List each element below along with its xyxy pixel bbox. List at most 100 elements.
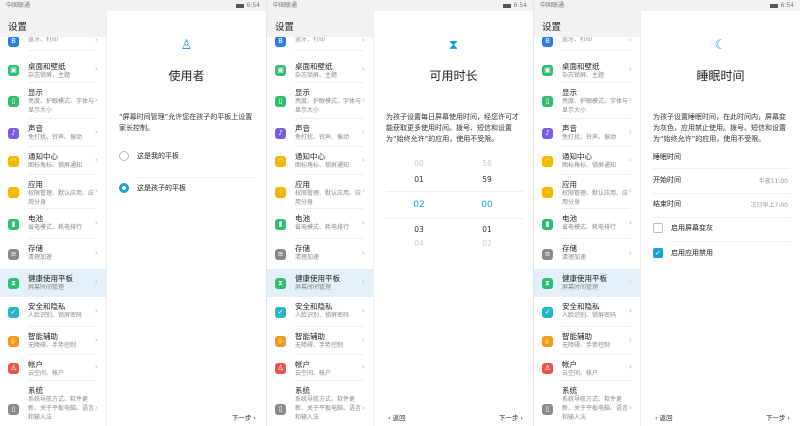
sidebar-item[interactable]: ✓ 安全和隐私 人脸识别、锁屏密码 › bbox=[0, 297, 106, 327]
sidebar-item[interactable]: ◠ 通知中心 图标角标、锁屏通知 › bbox=[267, 147, 373, 175]
radio-label[interactable]: 这是我的平板 bbox=[137, 151, 179, 161]
start-time-row[interactable]: 开始时间 半夜11:00 bbox=[641, 171, 800, 191]
sidebar-item[interactable]: ⁘ 应用 权限管理、默认应用、应用分身 › bbox=[0, 175, 106, 209]
radio-button[interactable] bbox=[119, 151, 129, 161]
account-icon: ♙ bbox=[542, 362, 553, 374]
hourglass-icon: ⧗ bbox=[542, 277, 553, 289]
minute-option[interactable]: 58 bbox=[472, 159, 502, 168]
sidebar-item[interactable]: ▯ 系统 系统导航方式、软件更新、关于平板电脑、语言和输入法 › bbox=[0, 381, 106, 426]
sidebar-item[interactable]: ⧗ 健康使用平板 屏幕时间管理 › bbox=[0, 269, 106, 297]
sidebar-item[interactable]: ▮ 电池 省电模式、耗电排行 › bbox=[0, 209, 106, 239]
sidebar-item[interactable]: ▯ 系统 系统导航方式、软件更新、关于平板电脑、语言和输入法 › bbox=[534, 381, 640, 426]
storage-icon: ≡ bbox=[542, 248, 553, 260]
chevron-right-icon: › bbox=[785, 414, 790, 422]
sidebar-item[interactable]: ⧗ 健康使用平板 屏幕时间管理 › bbox=[267, 269, 373, 297]
sidebar-item[interactable]: ⧗ 健康使用平板 屏幕时间管理 › bbox=[534, 269, 640, 297]
sidebar-item[interactable]: ▯ 系统 系统导航方式、软件更新、关于平板电脑、语言和输入法 › bbox=[267, 381, 373, 426]
sidebar-item[interactable]: ♙ 帐户 云空间、帐户 › bbox=[267, 355, 373, 381]
sidebar-item[interactable]: ≡ 存储 清理加速 › bbox=[0, 239, 106, 269]
chevron-right-icon: › bbox=[628, 155, 632, 164]
sidebar-item[interactable]: ▣ 桌面和壁纸 杂志锁屏、主题 › bbox=[0, 57, 106, 83]
sidebar-item[interactable]: ▯ 显示 亮度、护眼模式、字体与显示大小 › bbox=[534, 83, 640, 119]
radio-label[interactable]: 这是孩子的平板 bbox=[137, 183, 186, 193]
hour-option[interactable]: 03 bbox=[404, 225, 434, 234]
hour-option[interactable]: 02 bbox=[404, 200, 434, 210]
chevron-right-icon: › bbox=[361, 403, 365, 412]
page-title: 可用时长 bbox=[429, 69, 478, 83]
sidebar-item[interactable]: ▣ 桌面和壁纸 杂志锁屏、主题 › bbox=[267, 57, 373, 83]
sidebar-item[interactable]: ⁘ 应用 权限管理、默认应用、应用分身 › bbox=[534, 175, 640, 209]
checkbox-label[interactable]: 启用屏幕变灰 bbox=[671, 223, 713, 233]
checkbox-label[interactable]: 启用应用禁用 bbox=[671, 248, 713, 258]
sidebar-item[interactable]: ◠ 通知中心 图标角标、锁屏通知 › bbox=[0, 147, 106, 175]
wallpaper-icon: ▣ bbox=[542, 64, 553, 76]
sidebar-item-subtitle: 杂志锁屏、主题 bbox=[562, 72, 605, 79]
sidebar-item[interactable]: ♪ 声音 免打扰、铃声、振动 › bbox=[267, 119, 373, 147]
hour-option[interactable]: 04 bbox=[404, 239, 434, 248]
sidebar-item[interactable]: ✓ 安全和隐私 人脸识别、锁屏密码 › bbox=[267, 297, 373, 327]
sidebar-item-subtitle: 屏幕时间管理 bbox=[295, 284, 332, 291]
sidebar-item[interactable]: ✋ 智能辅助 无障碍、手势控制 › bbox=[534, 327, 640, 355]
shield-icon: ✓ bbox=[275, 306, 286, 318]
sidebar-item[interactable]: ⁘ 应用 权限管理、默认应用、应用分身 › bbox=[267, 175, 373, 209]
sidebar-item[interactable]: ▮ 电池 省电模式、耗电排行 › bbox=[267, 209, 373, 239]
divider bbox=[28, 50, 96, 51]
sidebar-item-subtitle: 图标角标、锁屏通知 bbox=[295, 162, 350, 169]
sidebar-item-subtitle: 云空间、帐户 bbox=[28, 370, 65, 377]
end-time-row[interactable]: 结束时间 次日早上7:00 bbox=[641, 195, 800, 215]
carrier-label: 中国联通 bbox=[6, 2, 31, 9]
sidebar-item[interactable]: ◠ 通知中心 图标角标、锁屏通知 › bbox=[534, 147, 640, 175]
system-icon: ▯ bbox=[8, 403, 19, 415]
sidebar-item[interactable]: ▣ 桌面和壁纸 杂志锁屏、主题 › bbox=[534, 57, 640, 83]
settings-sidebar: 设置 B 蓝牙、打印 › ▣ 桌面和壁纸 杂志锁屏、主题 › ▯ 显示 亮度、护眼模式、字体与显示大… bbox=[0, 11, 107, 426]
bluetooth-icon: B bbox=[8, 35, 19, 47]
next-button[interactable]: 下一步 › bbox=[232, 412, 256, 422]
sidebar-item[interactable]: ▯ 显示 亮度、护眼模式、字体与显示大小 › bbox=[0, 83, 106, 119]
sidebar-item[interactable]: ▮ 电池 省电模式、耗电排行 › bbox=[534, 209, 640, 239]
sidebar-item[interactable]: ✋ 智能辅助 无障碍、手势控制 › bbox=[0, 327, 106, 355]
chevron-right-icon: › bbox=[94, 127, 98, 136]
chevron-right-icon: › bbox=[361, 186, 365, 195]
chevron-right-icon: › bbox=[361, 277, 365, 286]
checkbox[interactable]: ✓ bbox=[653, 248, 663, 258]
sidebar-item[interactable]: ✋ 智能辅助 无障碍、手势控制 › bbox=[267, 327, 373, 355]
checkbox[interactable] bbox=[653, 223, 663, 233]
system-icon: ▯ bbox=[542, 403, 553, 415]
storage-icon: ≡ bbox=[8, 248, 19, 260]
minute-option[interactable]: 01 bbox=[472, 225, 502, 234]
sidebar-item[interactable]: ✓ 安全和隐私 人脸识别、锁屏密码 › bbox=[534, 297, 640, 327]
sidebar-item-subtitle: 云空间、帐户 bbox=[562, 370, 599, 377]
radio-button[interactable] bbox=[119, 183, 129, 193]
bluetooth-icon: B bbox=[542, 35, 553, 47]
display-icon: ▯ bbox=[275, 95, 286, 107]
back-button[interactable]: ‹ 返回 bbox=[388, 412, 406, 422]
chevron-right-icon: › bbox=[628, 127, 632, 136]
minute-option[interactable]: 59 bbox=[472, 175, 502, 184]
sidebar-item[interactable]: ≡ 存储 清理加速 › bbox=[267, 239, 373, 269]
hour-option[interactable]: 01 bbox=[404, 175, 434, 184]
chevron-right-icon: › bbox=[628, 362, 632, 371]
hour-option[interactable]: 00 bbox=[404, 159, 434, 168]
next-button[interactable]: 下一步 › bbox=[766, 412, 790, 422]
chevron-right-icon: › bbox=[361, 95, 365, 104]
divider bbox=[653, 217, 790, 218]
sidebar-item-subtitle: 云空间、帐户 bbox=[295, 370, 332, 377]
chevron-right-icon: › bbox=[94, 306, 98, 315]
status-bar: 中国联通 6:54 bbox=[534, 0, 800, 11]
next-button[interactable]: 下一步 › bbox=[499, 412, 523, 422]
sidebar-item[interactable]: ▯ 显示 亮度、护眼模式、字体与显示大小 › bbox=[267, 83, 373, 119]
carrier-label: 中国联通 bbox=[540, 2, 565, 9]
sidebar-item[interactable]: ♪ 声音 免打扰、铃声、振动 › bbox=[534, 119, 640, 147]
sidebar-item[interactable]: ♙ 帐户 云空间、帐户 › bbox=[534, 355, 640, 381]
back-button[interactable]: ‹ 返回 bbox=[655, 412, 673, 422]
chevron-right-icon: › bbox=[628, 218, 632, 227]
sidebar-item[interactable]: ♙ 帐户 云空间、帐户 › bbox=[0, 355, 106, 381]
sidebar-item[interactable]: ≡ 存储 清理加速 › bbox=[534, 239, 640, 269]
chevron-right-icon: › bbox=[361, 155, 365, 164]
minute-option[interactable]: 00 bbox=[472, 200, 502, 210]
minute-option[interactable]: 02 bbox=[472, 239, 502, 248]
sidebar-item-subtitle: 权限管理、默认应用、应用分身 bbox=[562, 190, 629, 206]
sidebar-item[interactable]: ♪ 声音 免打扰、铃声、振动 › bbox=[0, 119, 106, 147]
divider bbox=[386, 218, 523, 219]
moon-icon: ☾ bbox=[714, 38, 727, 53]
